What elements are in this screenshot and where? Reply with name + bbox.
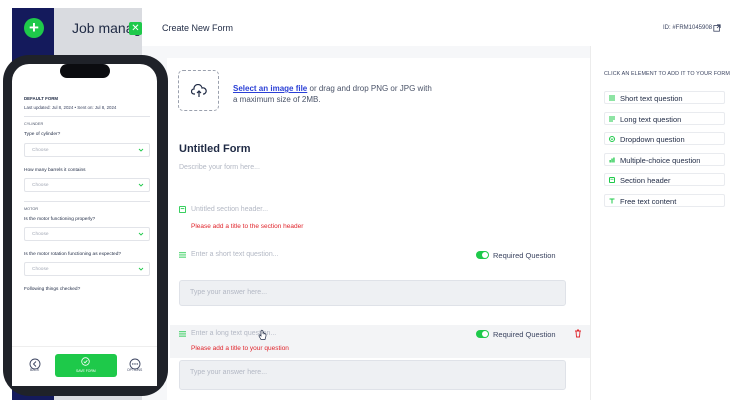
short-text-icon (609, 95, 615, 101)
form-id: ID: #FRM1045908 (663, 25, 713, 31)
chevron-down-icon (138, 148, 144, 152)
phone-question-label: Following things checked? (24, 287, 81, 292)
required-toggle[interactable] (476, 330, 489, 338)
palette-item-label: Free text content (620, 197, 677, 206)
palette-item-free-text[interactable]: Free text content (604, 194, 725, 207)
phone-form-label: DEFAULT FORM (24, 96, 59, 101)
palette-item-long-text[interactable]: Long text question (604, 112, 725, 125)
phone-divider (24, 116, 150, 117)
chevron-down-icon (138, 267, 144, 271)
phone-section-title: MOTOR (24, 207, 39, 211)
phone-question-label: Is the motor rotation functioning as exp… (24, 252, 122, 257)
short-question-input[interactable]: Enter a short text question... (191, 251, 279, 258)
phone-select-value: Choose (32, 183, 49, 188)
phone-section-title: CYLINDER (24, 122, 44, 126)
section-header-input[interactable]: Untitled section header... (191, 206, 268, 213)
trash-icon[interactable] (574, 329, 582, 338)
section-header-icon (179, 206, 186, 213)
cursor-hand-icon (258, 330, 267, 340)
long-answer-field: Type your answer here... (179, 360, 566, 390)
drag-handle-icon[interactable] (179, 251, 186, 258)
chevron-down-icon (138, 232, 144, 236)
phone-select[interactable]: Choose (24, 143, 150, 157)
phone-select-value: Choose (32, 232, 49, 237)
palette-item-section-header[interactable]: Section header (604, 173, 725, 186)
check-circle-icon (81, 357, 90, 366)
palette-item-multiple-choice[interactable]: Multiple-choice question (604, 153, 725, 166)
answer-placeholder: Type your answer here... (190, 369, 268, 376)
select-image-link[interactable]: Select an image file (233, 84, 307, 93)
phone-notch (60, 64, 110, 78)
long-text-icon (609, 116, 615, 122)
section-header-icon (609, 177, 615, 183)
back-button-label[interactable]: BACK (30, 368, 39, 372)
required-label: Required Question (493, 251, 556, 260)
palette-item-dropdown[interactable]: Dropdown question (604, 132, 725, 145)
upload-instructions: Select an image file or drag and drop PN… (233, 83, 433, 105)
palette-item-label: Long text question (620, 115, 682, 124)
image-upload-dropzone[interactable] (178, 70, 219, 111)
chevron-down-icon (138, 183, 144, 187)
palette-heading: CLICK AN ELEMENT TO ADD IT TO YOUR FORM (604, 71, 731, 77)
drag-handle-icon[interactable] (179, 330, 186, 337)
dropdown-icon (609, 136, 615, 142)
required-toggle[interactable] (476, 251, 489, 259)
palette-item-label: Dropdown question (620, 135, 685, 144)
phone-question-label: Is the motor functioning properly? (24, 217, 96, 222)
options-button-label[interactable]: OPTIONS (127, 368, 142, 372)
close-icon[interactable]: ✕ (129, 22, 142, 35)
page-title: Create New Form (162, 23, 234, 33)
phone-select-value: Choose (32, 148, 49, 153)
form-description-input[interactable]: Describe your form here... (179, 164, 260, 171)
upload-cloud-icon (191, 84, 207, 97)
multiple-choice-icon (609, 157, 615, 163)
palette-item-short-text[interactable]: Short text question (604, 91, 725, 104)
external-link-icon[interactable] (713, 24, 721, 32)
phone-question-label: How many barrels it contains (24, 168, 86, 173)
phone-select[interactable]: Choose (24, 178, 150, 192)
required-label: Required Question (493, 330, 556, 339)
phone-select[interactable]: Choose (24, 262, 150, 276)
answer-placeholder: Type your answer here... (190, 289, 268, 296)
phone-updated-text: Last updated: Jul 8, 2024 • Sent on: Jul… (24, 105, 117, 110)
save-form-label[interactable]: SAVE FORM (76, 369, 96, 373)
question-error-message: Please add a title to your question (191, 345, 289, 352)
form-title[interactable]: Untitled Form (179, 143, 251, 155)
section-error-message: Please add a title to the section header (191, 223, 304, 230)
phone-select-value: Choose (32, 267, 49, 272)
phone-screen (12, 64, 157, 386)
palette-item-label: Section header (620, 176, 671, 185)
add-icon[interactable]: + (24, 18, 44, 38)
phone-divider (24, 201, 150, 202)
free-text-icon (609, 198, 615, 204)
palette-item-label: Short text question (620, 94, 683, 103)
phone-select[interactable]: Choose (24, 227, 150, 241)
phone-question-label: Type of cylinder? (24, 132, 61, 137)
palette-item-label: Multiple-choice question (620, 156, 701, 165)
short-answer-field: Type your answer here... (179, 280, 566, 306)
